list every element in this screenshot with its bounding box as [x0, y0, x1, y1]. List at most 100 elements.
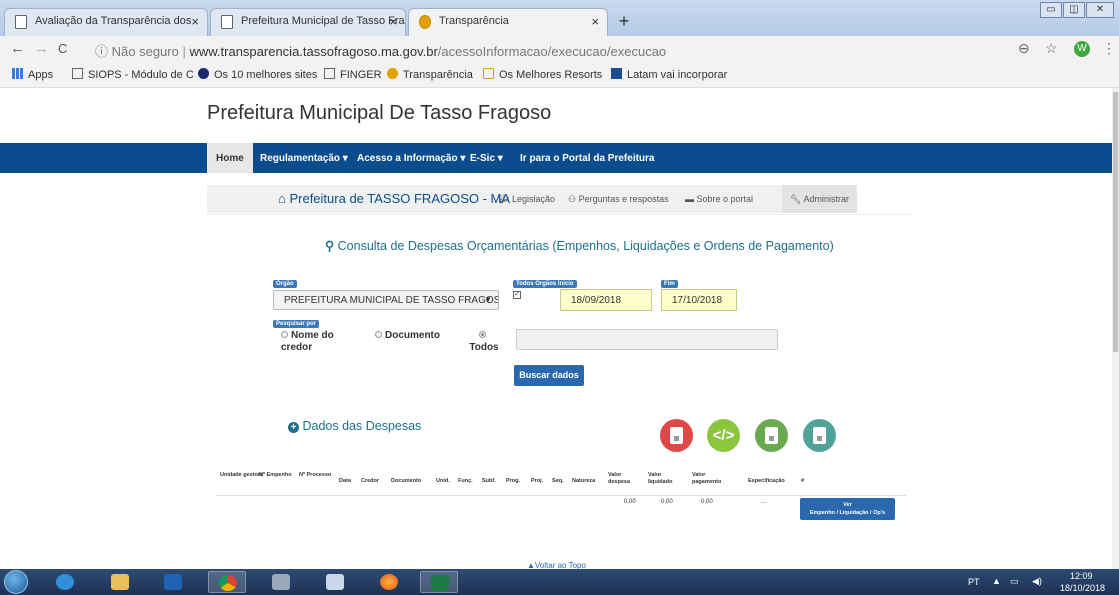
forward-icon[interactable]: →: [34, 40, 49, 57]
network-icon[interactable]: ▭: [1010, 576, 1019, 587]
nav-regulamentacao[interactable]: Regulamentação ▾: [260, 153, 348, 164]
bookmark-latam[interactable]: Latam vai incorporar: [611, 68, 727, 81]
radio-button-selected[interactable]: [479, 331, 486, 338]
page-icon: [72, 68, 83, 79]
inicio-date-input[interactable]: 18/09/2018: [560, 289, 652, 311]
resort-icon: [483, 68, 494, 79]
apps-icon: [12, 68, 23, 79]
fim-label: Fim: [661, 280, 678, 288]
nav-esic[interactable]: E-Sic ▾: [470, 153, 503, 164]
pdf-export-icon[interactable]: [660, 419, 693, 452]
administrar-link[interactable]: 🔧︎ Administrar: [782, 185, 857, 213]
page-content: Prefeitura Municipal De Tasso Fragoso Ho…: [0, 88, 1112, 569]
folder-icon: [111, 574, 129, 590]
bookmark-siops[interactable]: SIOPS - Módulo de C: [72, 68, 194, 81]
close-tab-icon[interactable]: ×: [591, 14, 599, 29]
book-icon: ▬: [685, 194, 697, 204]
taskbar-outlook[interactable]: [154, 571, 192, 593]
orgao-select[interactable]: PREFEITURA MUNICIPAL DE TASSO FRAGOS(▼: [273, 290, 499, 310]
portal-home-link[interactable]: ⌂ Prefeitura de TASSO FRAGOSO - MA: [278, 191, 510, 206]
buscar-dados-button[interactable]: Buscar dados: [514, 365, 584, 386]
main-navbar: Home Regulamentação ▾ Acesso a Informaçã…: [0, 143, 1112, 173]
bookmark-resorts[interactable]: Os Melhores Resorts: [483, 68, 602, 81]
xls-export-icon[interactable]: [755, 419, 788, 452]
taskbar-excel[interactable]: [420, 571, 458, 593]
tab-avaliacao[interactable]: Avaliação da Transparência dos ×: [4, 8, 208, 36]
volume-icon[interactable]: ◀): [1032, 576, 1042, 587]
col-empenho: Nº Empenho: [259, 472, 292, 478]
option-documento[interactable]: Documento: [375, 330, 440, 342]
search-input[interactable]: [516, 329, 778, 350]
ver-empenho-button[interactable]: Ver Empenho / Liquidação / Op's: [800, 498, 895, 520]
close-tab-icon[interactable]: ×: [389, 14, 397, 29]
graduation-cap-icon: 🎓︎: [498, 194, 512, 204]
clock-time[interactable]: 12:09: [1070, 571, 1093, 581]
dados-despesas-toggle[interactable]: + Dados das Despesas: [288, 419, 421, 433]
nav-acesso-informacao[interactable]: Acesso a Informação ▾: [357, 153, 465, 164]
chevron-down-icon: ▼: [484, 295, 492, 304]
close-tab-icon[interactable]: ×: [191, 14, 199, 29]
back-icon[interactable]: ←: [10, 40, 25, 57]
radio-button[interactable]: [375, 331, 382, 338]
zoom-icon[interactable]: ⊖: [1018, 40, 1030, 57]
taskbar-paint[interactable]: [316, 571, 354, 593]
clock-date[interactable]: 18/10/2018: [1060, 583, 1105, 593]
cell-valor-despesa: 0,00: [624, 499, 636, 505]
tab-transparencia[interactable]: Transparência ×: [408, 8, 608, 36]
nav-portal-prefeitura[interactable]: Ir para o Portal da Prefeitura: [520, 153, 655, 164]
radio-button[interactable]: [281, 331, 288, 338]
option-todos[interactable]: Todos: [466, 330, 502, 354]
menu-icon[interactable]: ⋮: [1102, 40, 1116, 57]
code-export-icon[interactable]: </>: [707, 419, 740, 452]
legislacao-link[interactable]: 🎓︎ Legislação: [498, 194, 555, 205]
profile-avatar[interactable]: W: [1074, 41, 1090, 57]
show-hidden-icons[interactable]: ▲: [992, 576, 1001, 586]
language-indicator[interactable]: PT: [968, 577, 980, 587]
transparencia-favicon: [387, 68, 398, 79]
col-seq: Seq.: [552, 478, 564, 484]
bookmark-star-icon[interactable]: ☆: [1045, 40, 1058, 57]
sobre-portal-link[interactable]: ▬ Sobre o portal: [685, 194, 753, 204]
minimize-button[interactable]: ▭: [1040, 2, 1062, 18]
col-unid: Unid.: [436, 478, 450, 484]
chrome-icon: [219, 575, 237, 591]
page-scrollbar[interactable]: [1112, 88, 1119, 569]
bookmark-melhores-sites[interactable]: Os 10 melhores sites: [198, 68, 317, 81]
home-icon: ⌂: [278, 191, 290, 206]
option-nome-credor[interactable]: Nome do credor: [281, 330, 361, 354]
bookmark-apps[interactable]: Apps: [12, 68, 53, 81]
close-window-button[interactable]: ✕: [1086, 2, 1114, 18]
url-field[interactable]: ⓘ Não seguro | www.transparencia.tassofr…: [95, 41, 666, 60]
bookmark-finger[interactable]: FINGER: [324, 68, 382, 81]
start-button[interactable]: [4, 570, 28, 594]
perguntas-link[interactable]: ⚇ Perguntas e respostas: [568, 194, 669, 205]
col-processo: Nº Processo: [299, 472, 332, 478]
col-hash: #: [801, 478, 805, 484]
page-icon: [221, 15, 233, 29]
bookmark-transparencia[interactable]: Transparência: [387, 68, 473, 81]
col-valor-despesa: Valor despesa: [608, 472, 631, 485]
taskbar-explorer[interactable]: [101, 571, 139, 593]
voltar-ao-topo-link[interactable]: ▲Voltar ao Topo: [527, 561, 586, 569]
todos-orgaos-checkbox[interactable]: ✓: [513, 291, 521, 299]
taskbar-ie[interactable]: [46, 571, 84, 593]
tab-prefeitura[interactable]: Prefeitura Municipal de Tasso Fra ×: [210, 8, 406, 36]
site-title: Prefeitura Municipal De Tasso Fragoso: [207, 102, 552, 124]
taskbar-calculator[interactable]: [262, 571, 300, 593]
col-proj: Proj.: [531, 478, 544, 484]
taskbar-chrome[interactable]: [208, 571, 246, 593]
nav-home[interactable]: Home: [207, 143, 253, 173]
taskbar-firefox[interactable]: [370, 571, 408, 593]
moon-icon: [198, 68, 209, 79]
ie-icon: [56, 574, 74, 590]
table-header: Unidade gestora Nº Empenho Nº Processo D…: [216, 472, 916, 496]
page-icon: [15, 15, 27, 29]
scrollbar-thumb[interactable]: [1113, 92, 1118, 352]
new-tab-button[interactable]: +: [614, 12, 634, 32]
orgao-label: Orgão: [273, 280, 297, 288]
divider: [207, 214, 912, 215]
fim-date-input[interactable]: 17/10/2018: [661, 289, 737, 311]
reload-icon[interactable]: C: [58, 41, 67, 56]
maximize-button[interactable]: ◫: [1063, 2, 1085, 18]
json-export-icon[interactable]: [803, 419, 836, 452]
